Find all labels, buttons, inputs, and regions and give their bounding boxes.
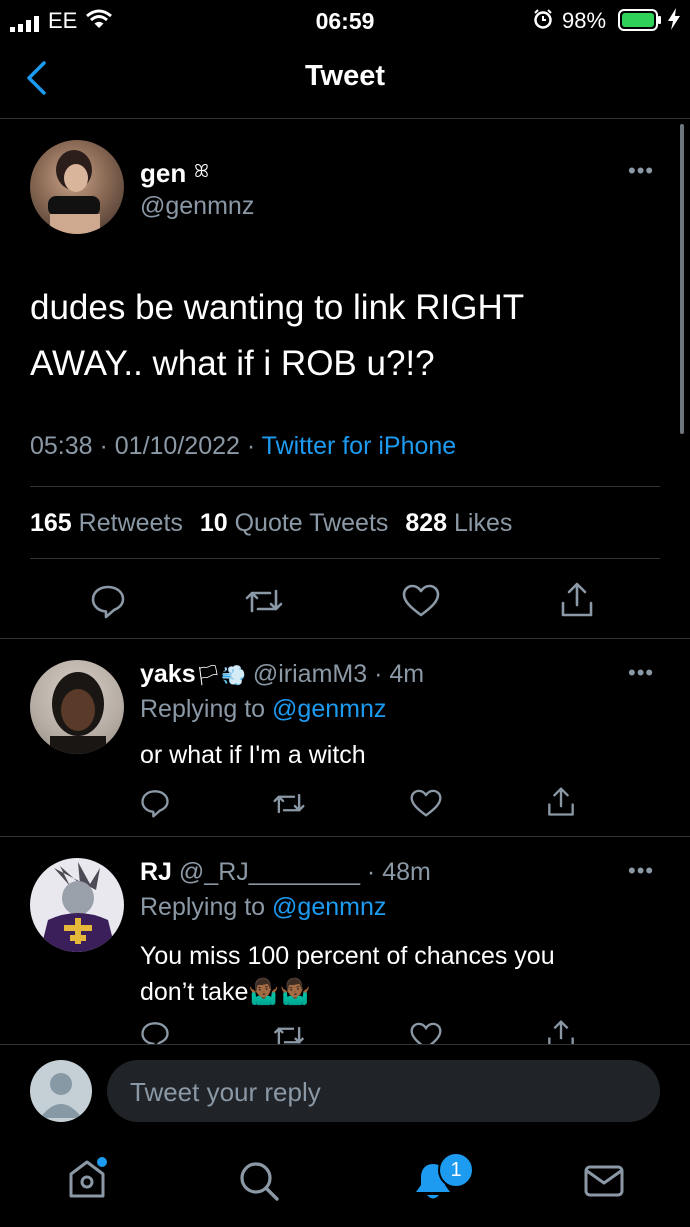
more-options-icon[interactable]: ••• xyxy=(628,158,654,184)
likes-count: 828 xyxy=(405,509,448,537)
heart-icon xyxy=(410,789,442,817)
retweet-icon xyxy=(245,589,283,613)
quotes-stat[interactable]: 10 Quote Tweets xyxy=(200,509,389,537)
reply-button[interactable] xyxy=(140,1020,170,1044)
heart-icon xyxy=(410,1022,442,1044)
tweet-meta: 05:38 · 01/10/2022 · Twitter for iPhone xyxy=(30,432,456,461)
tab-messages[interactable] xyxy=(584,1163,624,1199)
header-divider xyxy=(0,118,690,119)
tweet-divider xyxy=(0,638,690,639)
status-bar: EE 06:59 98% xyxy=(0,0,690,40)
reply-text: You miss 100 percent of chances you don’… xyxy=(140,938,555,1010)
alarm-icon xyxy=(533,9,553,35)
tweet-text-line: dudes be wanting to link RIGHT xyxy=(30,288,525,327)
scrollbar[interactable] xyxy=(680,124,684,434)
share-icon xyxy=(548,787,574,816)
author-name-badge: ꕤ xyxy=(194,161,209,181)
reply-input[interactable]: Tweet your reply xyxy=(107,1060,660,1122)
retweet-icon xyxy=(273,1027,305,1044)
tab-search[interactable] xyxy=(238,1160,280,1202)
tweet-text: dudes be wanting to link RIGHT AWAY.. wh… xyxy=(30,280,524,392)
reply-header: RJ @_RJ________ · 48m xyxy=(140,858,431,887)
profile-photo xyxy=(48,150,100,234)
battery-icon xyxy=(618,9,662,37)
reply-header: yaks🏳💨 @iriamM3 · 4m xyxy=(140,660,424,689)
charging-bolt-icon xyxy=(667,8,681,36)
reply-button[interactable] xyxy=(90,583,126,619)
profile-photo xyxy=(40,862,116,952)
reply-input-placeholder: Tweet your reply xyxy=(130,1077,321,1107)
notifications-badge: 1 xyxy=(438,1152,474,1188)
replying-to-link[interactable]: @genmnz xyxy=(272,695,386,723)
reply-handle-time[interactable]: @_RJ________ · 48m xyxy=(179,858,431,886)
reply-author-name[interactable]: yaks xyxy=(140,660,196,688)
tab-home[interactable] xyxy=(66,1156,110,1200)
reply-author-emoji: 🏳💨 xyxy=(195,665,246,687)
replying-to: Replying to @genmnz xyxy=(140,893,386,922)
quotes-count: 10 xyxy=(199,509,228,537)
meta-divider xyxy=(30,486,660,487)
like-button[interactable] xyxy=(402,584,440,618)
reply-text-line: don’t take🤷🏾‍♂️🤷🏾‍♂️ xyxy=(140,978,311,1006)
reply-divider xyxy=(0,836,690,837)
profile-photo xyxy=(50,672,106,754)
retweet-button[interactable] xyxy=(244,585,284,617)
reply-icon xyxy=(141,790,169,818)
retweet-button[interactable] xyxy=(272,790,306,817)
tweet-source-link[interactable]: Twitter for iPhone xyxy=(262,432,457,460)
share-button[interactable] xyxy=(546,786,576,818)
more-options-icon[interactable]: ••• xyxy=(628,660,654,686)
compose-divider xyxy=(0,1044,690,1045)
retweets-label: Retweets xyxy=(78,509,183,537)
quotes-label: Quote Tweets xyxy=(234,509,389,537)
stats-divider xyxy=(30,558,660,559)
retweets-stat[interactable]: 165 Retweets xyxy=(30,509,183,537)
home-icon xyxy=(69,1157,107,1198)
reply-handle-time[interactable]: @iriamM3 · 4m xyxy=(253,660,424,688)
like-button[interactable] xyxy=(410,789,442,818)
tweet-text-line: AWAY.. what if i ROB u?!? xyxy=(30,344,435,383)
author-name[interactable]: gen xyxy=(140,158,186,189)
replying-prefix: Replying to xyxy=(140,695,266,723)
replying-to: Replying to @genmnz xyxy=(140,695,386,724)
share-button[interactable] xyxy=(559,581,595,619)
reply-text-line: You miss 100 percent of chances you xyxy=(140,942,555,970)
reply-text: or what if I'm a witch xyxy=(140,741,366,769)
like-button[interactable] xyxy=(410,1022,442,1044)
likes-label: Likes xyxy=(454,509,513,537)
more-options-icon[interactable]: ••• xyxy=(628,858,654,884)
default-avatar-icon xyxy=(40,1073,82,1118)
reply-actions-clipped xyxy=(0,1016,690,1044)
avatar-yaks[interactable] xyxy=(30,660,124,754)
my-avatar[interactable] xyxy=(30,1060,92,1122)
share-icon xyxy=(561,582,593,617)
retweets-count: 165 xyxy=(30,509,72,537)
replying-to-link[interactable]: @genmnz xyxy=(272,893,386,921)
retweet-icon xyxy=(273,793,305,814)
page-title: Tweet xyxy=(304,60,386,92)
reply-icon xyxy=(141,1022,169,1044)
replying-prefix: Replying to xyxy=(140,893,266,921)
tweet-timestamp: 05:38 · 01/10/2022 · xyxy=(30,432,256,460)
reply-icon xyxy=(91,585,125,619)
reply-author-name[interactable]: RJ xyxy=(140,858,172,886)
retweet-button[interactable] xyxy=(272,1022,306,1044)
reply-button[interactable] xyxy=(140,788,170,818)
likes-stat[interactable]: 828 Likes xyxy=(405,509,512,537)
share-button[interactable] xyxy=(546,1019,576,1044)
mail-icon xyxy=(584,1165,624,1197)
author-handle[interactable]: @genmnz xyxy=(140,192,254,221)
avatar-gen[interactable] xyxy=(30,140,124,234)
battery-percent: 98% xyxy=(562,8,607,33)
heart-icon xyxy=(402,584,440,617)
avatar-rj[interactable] xyxy=(30,858,124,952)
engagement-stats: 165 Retweets 10 Quote Tweets 828 Likes xyxy=(30,509,512,538)
share-icon xyxy=(548,1020,574,1044)
search-icon xyxy=(240,1162,279,1201)
